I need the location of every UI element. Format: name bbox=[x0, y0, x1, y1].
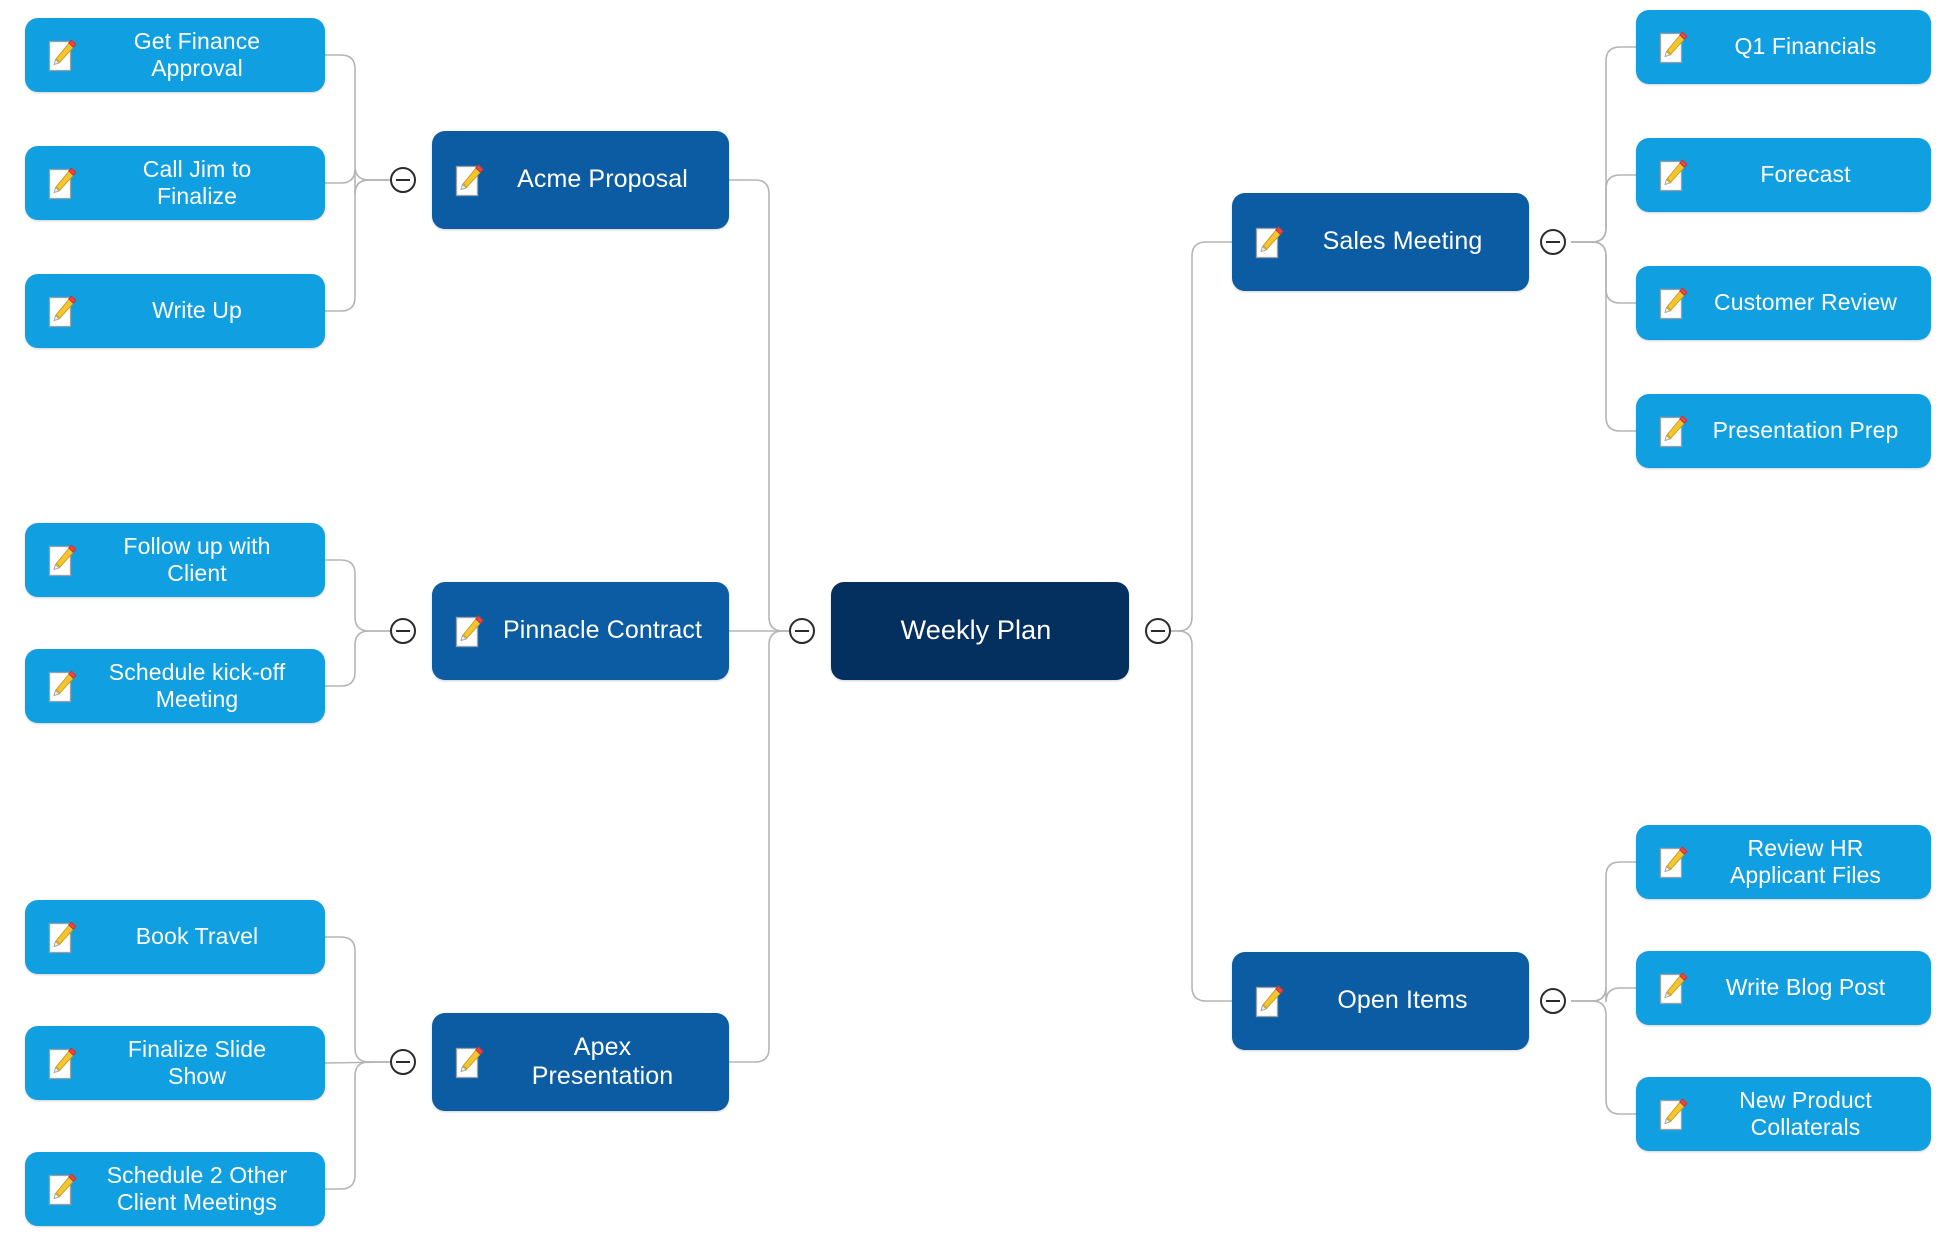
node-weekly-plan[interactable]: Weekly Plan bbox=[831, 582, 1129, 680]
node-get-finance-approval[interactable]: Get Finance Approval bbox=[25, 18, 325, 92]
connector-line bbox=[325, 559, 390, 632]
collapse-toggle-sales-meeting[interactable] bbox=[1540, 229, 1566, 255]
node-label: Review HR Applicant Files bbox=[1729, 834, 1882, 888]
memo-pencil-icon bbox=[1658, 970, 1688, 1006]
connector-line bbox=[325, 54, 390, 181]
mindmap-canvas: Weekly Plan Acme Proposal Get Finance Appr… bbox=[0, 0, 1956, 1250]
node-write-blog-post[interactable]: Write Blog Post bbox=[1636, 951, 1931, 1025]
node-label: Q1 Financials bbox=[1734, 33, 1877, 60]
collapse-toggle-acme-proposal[interactable] bbox=[390, 167, 416, 193]
memo-pencil-icon bbox=[47, 1045, 77, 1081]
memo-pencil-icon bbox=[1254, 983, 1284, 1019]
connector-line bbox=[1171, 241, 1232, 632]
memo-pencil-icon bbox=[454, 613, 484, 649]
memo-pencil-icon bbox=[47, 919, 77, 955]
node-q1-financials[interactable]: Q1 Financials bbox=[1636, 10, 1931, 84]
collapse-toggle-open-items[interactable] bbox=[1540, 988, 1566, 1014]
memo-pencil-icon bbox=[47, 37, 77, 73]
memo-pencil-icon bbox=[1658, 844, 1688, 880]
node-label: Follow up with Client bbox=[123, 532, 271, 586]
memo-pencil-icon bbox=[1658, 413, 1688, 449]
node-label: Write Up bbox=[152, 297, 242, 324]
node-label: Customer Review bbox=[1714, 289, 1897, 316]
node-write-up[interactable]: Write Up bbox=[25, 274, 325, 348]
connector-line bbox=[729, 179, 789, 632]
node-label: Open Items bbox=[1337, 986, 1468, 1015]
node-review-hr-applicant-files[interactable]: Review HR Applicant Files bbox=[1636, 825, 1931, 899]
memo-pencil-icon bbox=[47, 293, 77, 329]
node-label: Forecast bbox=[1760, 161, 1851, 188]
connector-line bbox=[1571, 986, 1636, 1003]
node-label: Sales Meeting bbox=[1322, 227, 1483, 256]
connector-line bbox=[1571, 241, 1636, 432]
connector-line bbox=[324, 1061, 391, 1064]
node-customer-review[interactable]: Customer Review bbox=[1636, 266, 1931, 340]
node-label: Book Travel bbox=[135, 923, 259, 950]
node-schedule-kick-off-meeting[interactable]: Schedule kick-off Meeting bbox=[25, 649, 325, 723]
connector-line bbox=[1171, 630, 1232, 1002]
node-label: Schedule kick-off Meeting bbox=[108, 658, 286, 712]
node-label: Call Jim to Finalize bbox=[142, 155, 252, 209]
collapse-toggle-pinnacle-contract[interactable] bbox=[390, 618, 416, 644]
node-label: Presentation Prep bbox=[1712, 417, 1899, 444]
memo-pencil-icon bbox=[1254, 224, 1284, 260]
node-open-items[interactable]: Open Items bbox=[1232, 952, 1529, 1050]
node-follow-up-with-client[interactable]: Follow up with Client bbox=[25, 523, 325, 597]
node-new-product-collaterals[interactable]: New Product Collaterals bbox=[1636, 1077, 1931, 1151]
node-apex-presentation[interactable]: Apex Presentation bbox=[432, 1013, 729, 1111]
memo-pencil-icon bbox=[1658, 29, 1688, 65]
node-sales-meeting[interactable]: Sales Meeting bbox=[1232, 193, 1529, 291]
memo-pencil-icon bbox=[1658, 1096, 1688, 1132]
connector-line bbox=[325, 936, 390, 1063]
node-presentation-prep[interactable]: Presentation Prep bbox=[1636, 394, 1931, 468]
node-label: New Product Collaterals bbox=[1739, 1086, 1872, 1140]
node-label: Write Blog Post bbox=[1725, 974, 1886, 1001]
node-label: Acme Proposal bbox=[517, 165, 688, 194]
connector-line bbox=[325, 1061, 390, 1190]
connector-line bbox=[1571, 861, 1636, 1002]
node-pinnacle-contract[interactable]: Pinnacle Contract bbox=[432, 582, 729, 680]
node-label: Get Finance Approval bbox=[133, 27, 261, 81]
node-schedule-2-other-client-meetings[interactable]: Schedule 2 Other Client Meetings bbox=[25, 1152, 325, 1226]
node-label: Finalize Slide Show bbox=[127, 1035, 267, 1089]
node-forecast[interactable]: Forecast bbox=[1636, 138, 1931, 212]
connector-line bbox=[325, 179, 390, 312]
connector-line bbox=[1571, 1000, 1636, 1115]
connector-line bbox=[1571, 174, 1636, 243]
memo-pencil-icon bbox=[47, 165, 77, 201]
node-acme-proposal[interactable]: Acme Proposal bbox=[432, 131, 729, 229]
memo-pencil-icon bbox=[47, 668, 77, 704]
memo-pencil-icon bbox=[47, 542, 77, 578]
node-label: Weekly Plan bbox=[900, 615, 1052, 646]
memo-pencil-icon bbox=[454, 162, 484, 198]
memo-pencil-icon bbox=[1658, 157, 1688, 193]
connector-line bbox=[1571, 46, 1636, 243]
collapse-toggle-root-left[interactable] bbox=[789, 618, 815, 644]
connector-line bbox=[1571, 241, 1636, 304]
memo-pencil-icon bbox=[1658, 285, 1688, 321]
node-finalize-slide-show[interactable]: Finalize Slide Show bbox=[25, 1026, 325, 1100]
node-book-travel[interactable]: Book Travel bbox=[25, 900, 325, 974]
collapse-toggle-root-right[interactable] bbox=[1145, 618, 1171, 644]
memo-pencil-icon bbox=[454, 1044, 484, 1080]
collapse-toggle-apex-presentation[interactable] bbox=[390, 1049, 416, 1075]
connector-line bbox=[325, 630, 390, 687]
node-label: Pinnacle Contract bbox=[502, 616, 703, 645]
node-label: Apex Presentation bbox=[531, 1032, 674, 1091]
connector-line bbox=[325, 168, 390, 195]
memo-pencil-icon bbox=[47, 1171, 77, 1207]
node-call-jim-to-finalize[interactable]: Call Jim to Finalize bbox=[25, 146, 325, 220]
node-label: Schedule 2 Other Client Meetings bbox=[106, 1161, 288, 1215]
connector-line bbox=[729, 630, 789, 1063]
